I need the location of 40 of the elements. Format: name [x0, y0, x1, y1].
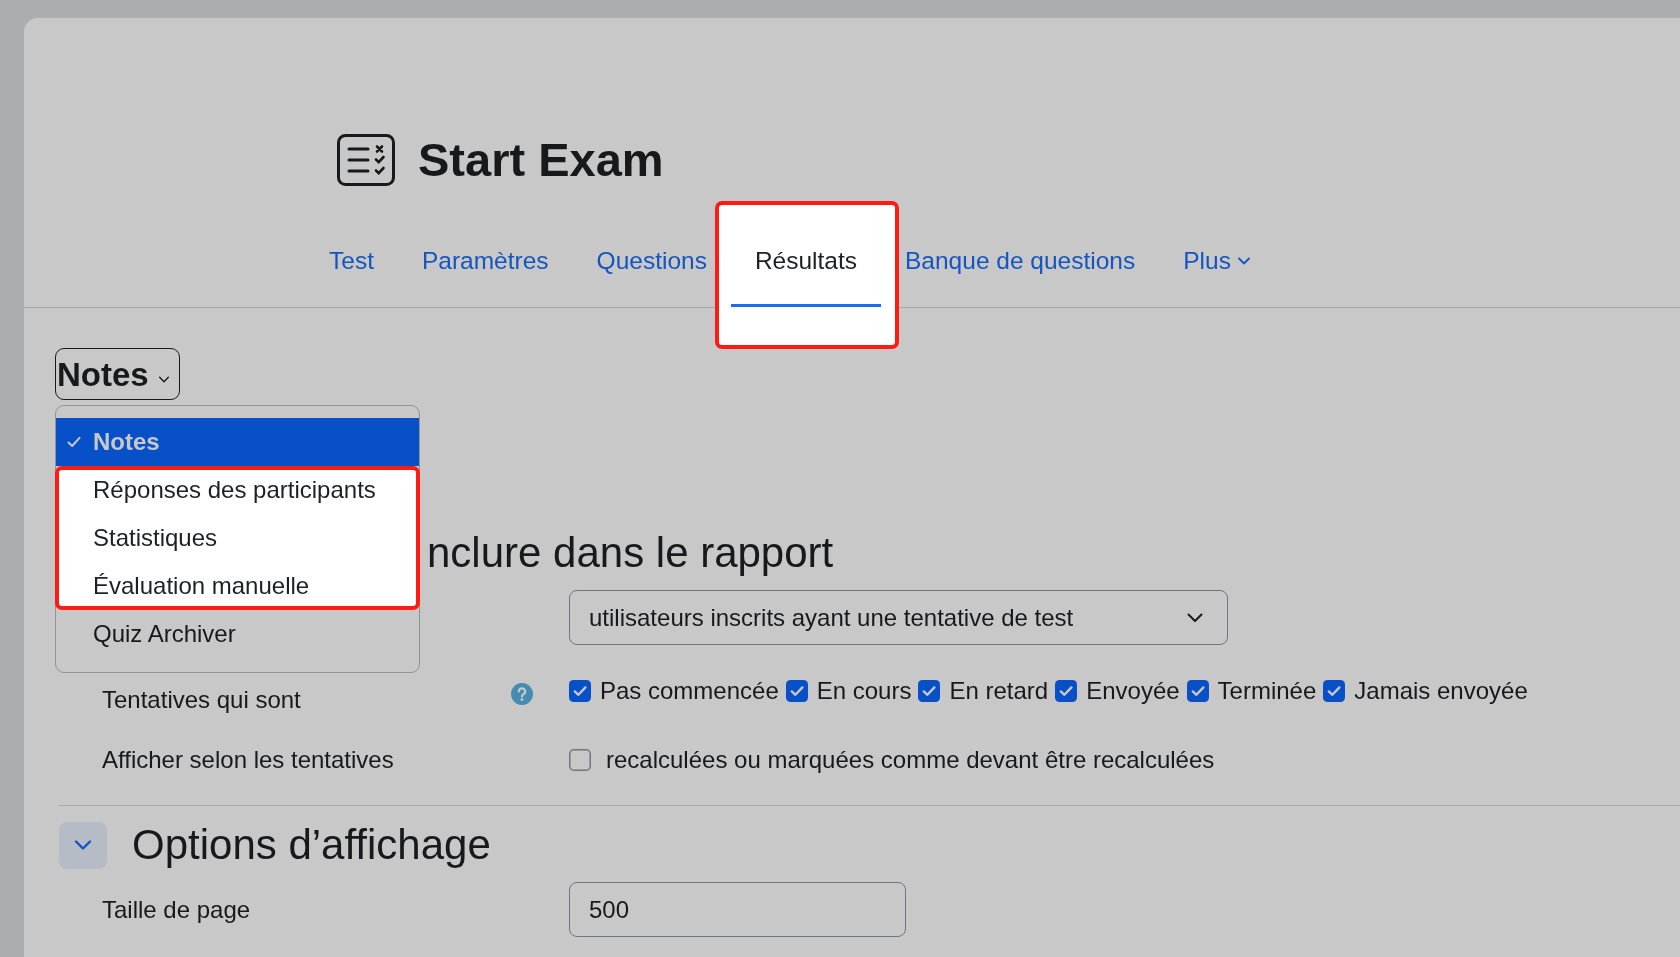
menu-item[interactable]: Quiz Archiver	[56, 610, 419, 658]
quiz-icon	[337, 134, 395, 186]
section-heading: nclure dans le rapport	[427, 528, 834, 578]
checkbox-label: Pas commencée	[600, 676, 779, 706]
checkbox-label: recalculées ou marquées comme devant être recalculées	[606, 745, 1215, 775]
tab[interactable]: Paramètres	[421, 247, 549, 307]
menu-item[interactable]: Évaluation manuelle	[56, 562, 419, 610]
checkbox[interactable]	[918, 680, 941, 702]
menu-item[interactable]: Notes	[56, 418, 419, 466]
page-title: Start Exam	[418, 134, 664, 186]
checkbox[interactable]	[569, 749, 591, 771]
caret-icon	[1237, 257, 1250, 265]
check-icon	[67, 436, 81, 448]
collapse-button[interactable]	[59, 821, 107, 869]
checkbox[interactable]	[1186, 680, 1209, 702]
select-field[interactable]: utilisateurs inscrits ayant une tentative de test	[569, 590, 1228, 645]
dropdown-button[interactable]: Notes	[55, 348, 180, 400]
help-icon[interactable]	[511, 683, 533, 705]
checkbox-label: En retard	[949, 676, 1049, 706]
checkbox-label: Envoyée	[1086, 676, 1180, 706]
checkbox-label: En cours	[816, 676, 912, 706]
text-field[interactable]: 500	[569, 882, 906, 937]
tab[interactable]: Test	[329, 247, 374, 307]
caret-icon	[157, 375, 170, 383]
checkbox-label: Terminée	[1217, 676, 1317, 706]
checkbox[interactable]	[785, 680, 808, 702]
checkbox[interactable]	[1323, 680, 1346, 702]
chevron-icon	[1187, 612, 1203, 623]
field-label: Tentatives qui sont	[102, 685, 301, 715]
menu-item[interactable]: Réponses des participants	[56, 466, 419, 514]
tab[interactable]: Questions	[596, 247, 707, 307]
checkbox[interactable]	[1055, 680, 1078, 702]
section-heading: Options d’affichage	[132, 820, 491, 870]
tab[interactable]: Plus	[1183, 247, 1250, 307]
checkbox-label: Jamais envoyée	[1354, 676, 1528, 706]
tab[interactable]: Banque de questions	[905, 247, 1136, 307]
menu-item[interactable]: Statistiques	[56, 514, 419, 562]
checkbox[interactable]	[569, 680, 591, 702]
field-label: Taille de page	[102, 894, 251, 925]
field-label: Afficher selon les tentatives	[102, 745, 394, 775]
